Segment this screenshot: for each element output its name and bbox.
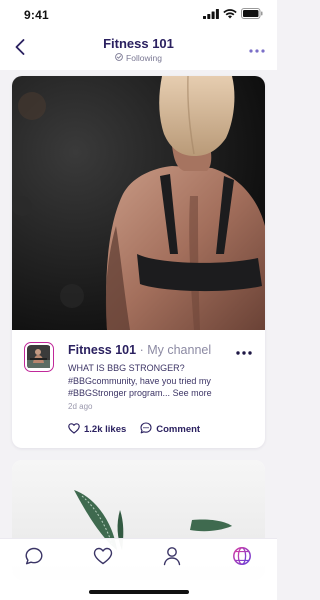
tab-profile[interactable] (161, 546, 183, 571)
channel-line: Fitness 101 · My channel (68, 343, 211, 357)
channel-name[interactable]: Fitness 101 (68, 343, 136, 357)
check-circle-icon (115, 53, 123, 63)
post-text: WHAT IS BBG STRONGER? #BBGcommunity, hav… (68, 362, 253, 400)
heart-icon (68, 422, 80, 437)
chat-icon (24, 546, 44, 571)
following-status: Following (0, 53, 277, 63)
post-body: Fitness 101 · My channel WHAT IS BBG STR… (12, 330, 265, 448)
channel-subtitle: My channel (147, 343, 212, 357)
see-more-link[interactable]: See more (173, 388, 212, 398)
wifi-icon (223, 6, 237, 24)
tab-chat[interactable] (23, 547, 45, 569)
more-horizontal-icon (236, 342, 252, 360)
heart-icon (93, 547, 113, 570)
battery-icon (241, 6, 263, 24)
following-label: Following (126, 53, 162, 63)
signal-icon (203, 6, 219, 24)
status-time: 9:41 (24, 8, 49, 22)
more-horizontal-icon (249, 40, 265, 58)
status-icons (203, 6, 263, 24)
post-more-button[interactable] (235, 346, 253, 356)
page-title: Fitness 101 (103, 36, 174, 51)
like-button[interactable]: 1.2k likes (68, 422, 127, 437)
post-image[interactable] (12, 76, 265, 330)
likes-count: 1.2k likes (84, 424, 127, 435)
status-bar: 9:41 (0, 0, 277, 30)
post-timestamp: 2d ago (68, 402, 93, 411)
comment-label: Comment (156, 424, 201, 435)
post-actions: 1.2k likes Comment (68, 422, 200, 437)
comment-button[interactable]: Comment (140, 422, 200, 437)
tab-explore[interactable] (231, 546, 253, 571)
channel-avatar-image (27, 345, 51, 369)
channel-avatar[interactable] (24, 342, 54, 372)
profile-icon (163, 546, 181, 571)
post-heading: WHAT IS BBG STRONGER? (68, 363, 185, 373)
title-block: Fitness 101 Following (0, 36, 277, 63)
channel-separator: · (136, 343, 148, 357)
comment-icon (140, 422, 152, 437)
tab-favorites[interactable] (92, 547, 114, 569)
header-more-button[interactable] (247, 40, 267, 58)
home-indicator (89, 590, 189, 594)
post-card[interactable]: Fitness 101 · My channel WHAT IS BBG STR… (12, 76, 265, 448)
globe-icon (232, 546, 252, 571)
header: Fitness 101 Following (0, 30, 277, 70)
